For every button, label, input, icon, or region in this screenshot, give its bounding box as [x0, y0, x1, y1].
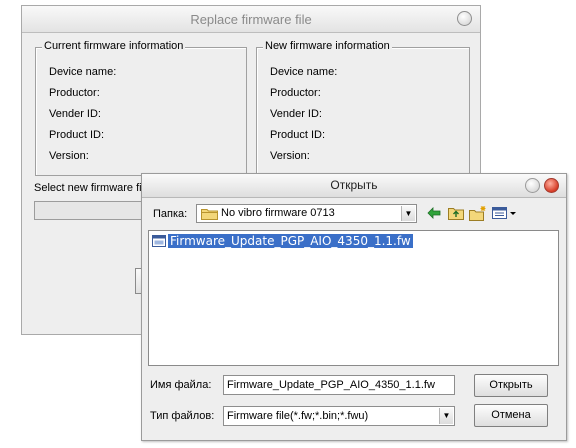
open-file-dialog: Открыть Папка: No vibro firmware 0713 ▼ [141, 173, 567, 441]
new-firmware-group: New firmware information Device name: Pr… [256, 40, 470, 176]
select-firmware-label: Select new firmware file [34, 182, 151, 194]
current-vender-id-label: Vender ID: [49, 108, 101, 120]
dialog-title: Открыть [330, 178, 378, 192]
current-version-label: Version: [49, 150, 89, 162]
current-productor-label: Productor: [49, 87, 100, 99]
replace-firmware-titlebar[interactable]: Replace firmware file [22, 6, 480, 33]
file-icon [152, 235, 166, 247]
new-folder-icon[interactable] [469, 205, 487, 221]
back-arrow-icon[interactable] [427, 205, 441, 221]
folder-label: Папка: [153, 208, 188, 220]
current-product-id-label: Product ID: [49, 129, 105, 141]
cancel-button[interactable]: Отмена [474, 404, 548, 427]
dialog-minimize-button[interactable] [525, 178, 540, 193]
folder-select[interactable]: No vibro firmware 0713 ▼ [196, 204, 417, 223]
filetype-select[interactable]: Firmware file(*.fw;*.bin;*.fwu) ▼ [223, 406, 455, 426]
view-menu-icon[interactable] [492, 205, 518, 221]
firmware-path-field[interactable] [34, 201, 144, 220]
new-device-name-label: Device name: [270, 66, 338, 78]
filename-field[interactable]: Firmware_Update_PGP_AIO_4350_1.1.fw [223, 375, 455, 395]
current-firmware-group: Current firmware information Device name… [35, 40, 247, 176]
folder-icon [201, 209, 218, 220]
open-dialog-titlebar[interactable]: Открыть [142, 174, 566, 198]
current-firmware-legend: Current firmware information [42, 40, 186, 52]
filetype-label: Тип файлов: [150, 410, 215, 422]
chevron-down-icon[interactable]: ▼ [439, 408, 453, 424]
current-device-name-label: Device name: [49, 66, 117, 78]
open-button[interactable]: Открыть [474, 374, 548, 397]
new-vender-id-label: Vender ID: [270, 108, 322, 120]
file-list[interactable]: Firmware_Update_PGP_AIO_4350_1.1.fw [148, 230, 559, 366]
new-productor-label: Productor: [270, 87, 321, 99]
filetype-value: Firmware file(*.fw;*.bin;*.fwu) [227, 410, 369, 422]
folder-value: No vibro firmware 0713 [221, 207, 335, 219]
filename-label: Имя файла: [150, 379, 212, 391]
list-item[interactable]: Firmware_Update_PGP_AIO_4350_1.1.fw [152, 234, 413, 248]
new-firmware-legend: New firmware information [263, 40, 392, 52]
file-name: Firmware_Update_PGP_AIO_4350_1.1.fw [168, 234, 413, 248]
window-minimize-button[interactable] [457, 11, 472, 26]
new-product-id-label: Product ID: [270, 129, 326, 141]
chevron-down-icon[interactable]: ▼ [401, 206, 415, 221]
up-folder-icon[interactable] [448, 205, 464, 221]
new-version-label: Version: [270, 150, 310, 162]
dialog-close-button[interactable] [544, 178, 559, 193]
window-title: Replace firmware file [190, 12, 312, 27]
